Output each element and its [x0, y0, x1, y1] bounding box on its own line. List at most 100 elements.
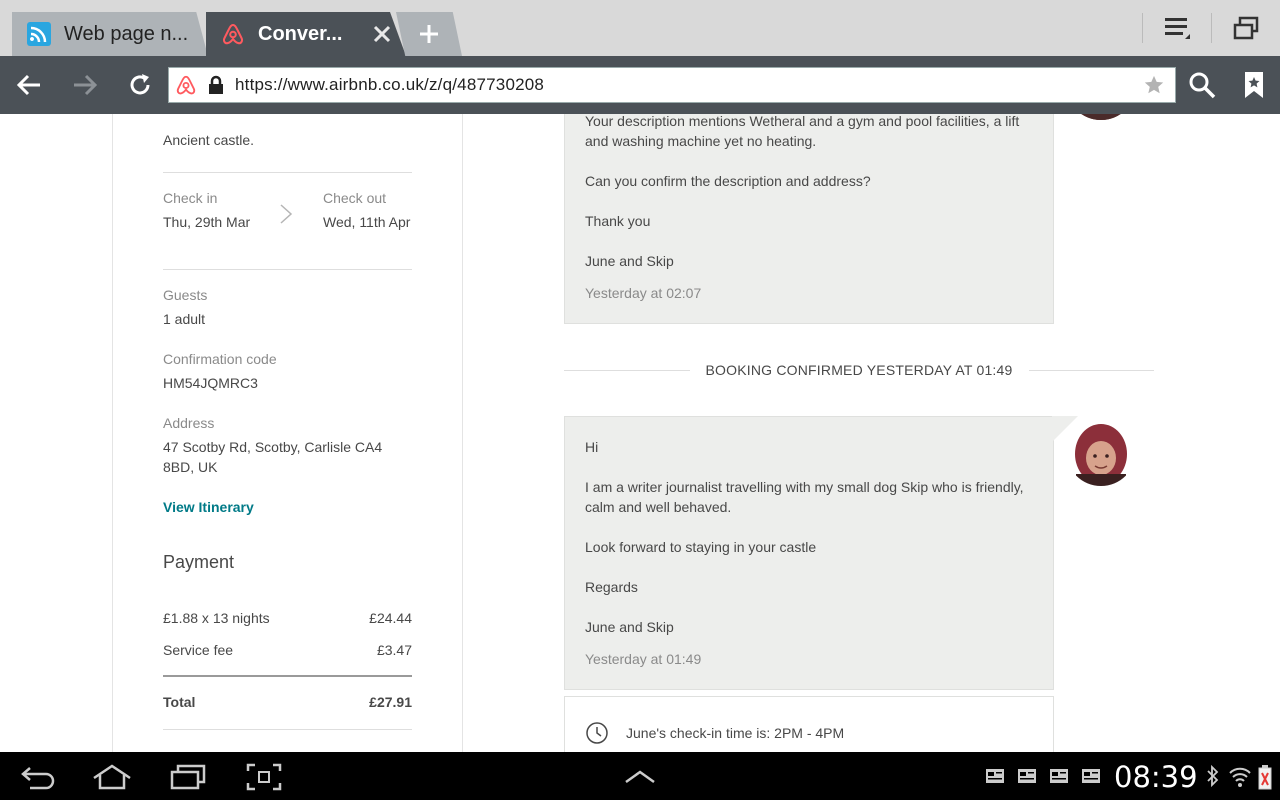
payment-title: Payment: [163, 552, 235, 572]
reload-icon: [128, 73, 152, 97]
tab-label: Web page n...: [64, 22, 189, 45]
close-tab-icon[interactable]: [372, 24, 392, 44]
check-out-label: Check out: [323, 190, 387, 206]
back-button[interactable]: [14, 70, 44, 100]
reservation-sidebar: Ancient castle. Check in Thu, 29th Mar C…: [112, 114, 463, 752]
checkin-time-text: June's check-in time is: 2PM - 4PM: [626, 725, 845, 741]
wifi-signal-icon: [1228, 764, 1252, 788]
check-out-block: Check out Wed, 11th Apr: [323, 190, 433, 232]
message-text: Hi: [585, 439, 599, 455]
guests-block: Guests 1 adult: [163, 287, 412, 329]
wifi-web-icon: [26, 21, 52, 47]
window-switch-icon[interactable]: [1226, 16, 1266, 40]
payment-total-row: Total £27.91: [163, 694, 412, 710]
message-text: Look forward to staying in your castle: [585, 539, 817, 555]
confirmation-block: Confirmation code HM54JQMRC3: [163, 351, 412, 393]
message-bubble: Hi I am a writer journalist travelling w…: [564, 416, 1054, 690]
payment-row-amount: £24.44: [369, 610, 412, 626]
address-label: Address: [163, 415, 215, 431]
recent-apps-icon: [170, 764, 206, 790]
payment-row: £1.88 x 13 nights £24.44: [163, 610, 412, 626]
search-icon: [1188, 71, 1216, 99]
guests-value: 1 adult: [163, 311, 206, 327]
check-out-date: Wed, 11th Apr: [323, 214, 411, 230]
message-text: I am a writer journalist travelling with…: [585, 479, 1024, 515]
battery-low-icon: [1258, 764, 1272, 790]
browser-tab-strip: Web page n... Conver...: [0, 0, 1280, 56]
message-text: Your description mentions Wetheral and a…: [585, 114, 1020, 149]
bookmarks-button[interactable]: [1239, 70, 1269, 100]
plus-icon: [418, 23, 440, 45]
checkin-info-card: June's check-in time is: 2PM - 4PM: [564, 696, 1054, 752]
confirmation-label: Confirmation code: [163, 351, 277, 367]
browser-toolbar: https://www.airbnb.co.uk/z/q/487730208: [0, 56, 1280, 114]
system-back-button[interactable]: [18, 762, 58, 792]
address-bar[interactable]: https://www.airbnb.co.uk/z/q/487730208: [168, 67, 1176, 103]
url-text: https://www.airbnb.co.uk/z/q/487730208: [235, 75, 545, 94]
page-content: Ancient castle. Check in Thu, 29th Mar C…: [0, 114, 1280, 752]
screenshot-icon: [246, 763, 282, 791]
booking-confirmed-text: BOOKING CONFIRMED YESTERDAY AT 01:49: [705, 362, 1013, 378]
recent-apps-button[interactable]: [168, 762, 208, 792]
address-block: Address 47 Scotby Rd, Scotby, Carlisle C…: [163, 415, 412, 477]
chevron-right-icon: [279, 203, 293, 225]
tab-conversation[interactable]: Conver...: [206, 12, 406, 56]
message-text: Regards: [585, 579, 638, 595]
airbnb-favicon-icon: [175, 74, 197, 96]
payment-row-label: £1.88 x 13 nights: [163, 610, 270, 626]
forward-button[interactable]: [70, 70, 100, 100]
address-value: 47 Scotby Rd, Scotby, Carlisle CA4 8BD, …: [163, 439, 383, 475]
message-bubble: Your description mentions Wetheral and a…: [564, 114, 1054, 324]
search-button[interactable]: [1187, 70, 1217, 100]
bookmark-star-icon[interactable]: [1143, 74, 1165, 96]
avatar[interactable]: [1066, 416, 1136, 486]
new-tab-button[interactable]: [396, 12, 462, 56]
notification-icon[interactable]: [985, 768, 1005, 784]
screenshot-button[interactable]: [244, 762, 284, 792]
system-navigation-bar: 08:39: [0, 752, 1280, 800]
system-home-button[interactable]: [92, 762, 132, 792]
payment-row-label: Service fee: [163, 642, 234, 658]
tab-label: Conver...: [258, 22, 343, 45]
message-text: Thank you: [585, 213, 651, 229]
airbnb-logo-icon: [220, 21, 246, 47]
confirmation-code: HM54JQMRC3: [163, 375, 258, 391]
payment-row-amount: £3.47: [376, 642, 412, 658]
avatar: [1066, 114, 1136, 120]
message-timestamp: Yesterday at 01:49: [585, 651, 702, 667]
system-clock[interactable]: 08:39: [1114, 760, 1198, 794]
notification-icon[interactable]: [1017, 768, 1037, 784]
system-back-icon: [20, 764, 56, 790]
menu-icon[interactable]: [1157, 15, 1197, 41]
message-text: June and Skip: [585, 619, 674, 635]
lock-icon: [207, 75, 225, 95]
reload-button[interactable]: [125, 70, 155, 100]
forward-arrow-icon: [72, 73, 98, 97]
notification-icon[interactable]: [1081, 768, 1101, 784]
divider: [163, 729, 412, 730]
total-amount: £27.91: [369, 694, 412, 710]
back-arrow-icon: [16, 73, 42, 97]
booking-confirmed-divider: BOOKING CONFIRMED YESTERDAY AT 01:49: [564, 360, 1154, 380]
total-divider: [163, 675, 412, 677]
check-in-label: Check in: [163, 190, 218, 206]
total-label: Total: [163, 694, 196, 710]
clock-icon: [585, 721, 609, 745]
bookmark-list-icon: [1243, 71, 1265, 99]
notification-icon[interactable]: [1049, 768, 1069, 784]
divider: [163, 172, 412, 173]
home-icon: [92, 764, 132, 790]
message-text: June and Skip: [585, 253, 674, 269]
bluetooth-icon: [1206, 764, 1220, 788]
message-timestamp: Yesterday at 02:07: [585, 285, 702, 301]
app-tray-button[interactable]: [620, 762, 660, 792]
payment-row: Service fee £3.47: [163, 642, 412, 658]
check-in-date: Thu, 29th Mar: [163, 214, 251, 230]
message-text: Can you confirm the description and addr…: [585, 173, 871, 189]
view-itinerary-link[interactable]: View Itinerary: [163, 499, 412, 515]
divider: [163, 269, 412, 270]
check-in-block: Check in Thu, 29th Mar: [163, 190, 273, 232]
tab-web-page[interactable]: Web page n...: [12, 12, 208, 56]
guests-label: Guests: [163, 287, 208, 303]
chevron-up-icon: [624, 768, 656, 786]
